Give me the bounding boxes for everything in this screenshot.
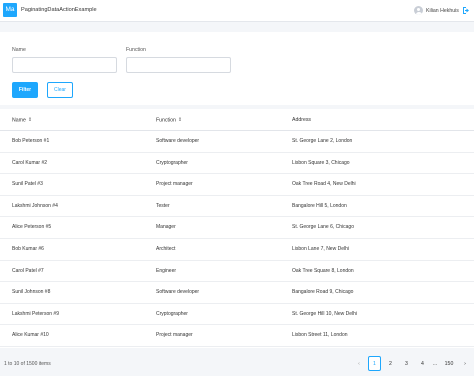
filter-button[interactable]: Filter (12, 82, 38, 98)
cell-address: Lisbon Lane 7, New Delhi (292, 246, 349, 252)
table-header: Name ⇕ Function ⇕ Address (0, 109, 474, 131)
cell-address: Bangalore Hill 5, London (292, 202, 347, 209)
user-name[interactable]: Kilian Hekhuis (426, 8, 459, 14)
cell-address: St. George Lane 2, London (292, 138, 353, 144)
function-filter-label: Function (126, 47, 146, 53)
column-header-label: Address (292, 117, 312, 123)
page-ellipsis: ... (432, 361, 438, 367)
table-row[interactable]: Sunil Johnson #8 Software developer Bangal… (0, 282, 474, 304)
table-row[interactable]: Carol Kumar #2 Cryptographer Lisbon Square… (0, 153, 474, 175)
table-row[interactable]: Bob Kumar #6 Architect Lisbon Lane 7, New … (0, 239, 474, 261)
cell-name: Lakshmi Johnson #4 (12, 202, 58, 209)
column-header-address: Address (292, 109, 311, 131)
cell-function: Cryptographer (156, 159, 188, 166)
cell-function: Cryptographer (156, 310, 188, 317)
column-header-label: Name (12, 117, 26, 124)
cell-function: Architect (156, 246, 176, 252)
table-row[interactable]: Alice Kumar #10 Project manager Lisbon Str… (0, 325, 474, 347)
page-button-1[interactable]: 1 (368, 356, 381, 371)
cell-name: Carol Kumar #2 (12, 159, 48, 166)
cell-function: Software developer (156, 138, 200, 144)
column-header-name[interactable]: Name ⇕ (12, 109, 32, 131)
page-button-2[interactable]: 2 (384, 356, 397, 371)
column-header-function[interactable]: Function ⇕ (156, 109, 182, 131)
top-bar: Ma PaginatingDataActionExample Kilian He… (0, 0, 474, 22)
pagination-summary: 1 to 10 of 1500 items (4, 361, 51, 367)
page-button-150[interactable]: 150 (441, 356, 457, 371)
cell-function: Project manager (156, 332, 193, 339)
cell-function: Engineer (156, 267, 177, 274)
cell-function: Project manager (156, 181, 193, 188)
cell-function: Tester (156, 202, 170, 209)
name-filter-label: Name (12, 47, 26, 53)
user-avatar-icon[interactable] (414, 6, 423, 15)
sort-icon[interactable]: ⇕ (28, 109, 32, 131)
cell-address: Bangalore Road 9, Chicago (292, 289, 354, 296)
cell-address: Oak Tree Square 8, London (292, 267, 354, 274)
cell-name: Carol Patel #7 (12, 267, 44, 274)
sort-icon[interactable]: ⇕ (178, 109, 182, 131)
cell-function: Software developer (156, 289, 200, 296)
cell-name: Sunil Patel #3 (12, 181, 43, 188)
cell-name: Lakshmi Peterson #9 (12, 310, 59, 317)
table-row[interactable]: Carol Patel #7 Engineer Oak Tree Square 8,… (0, 261, 474, 283)
cell-address: Lisbon Street 11, London (292, 332, 348, 339)
logout-icon[interactable] (462, 6, 470, 15)
app-title: PaginatingDataActionExample (21, 7, 97, 13)
column-header-label: Function (156, 117, 176, 124)
cell-address: St. George Hill 10, New Delhi (292, 310, 358, 317)
next-page-button[interactable]: › (460, 356, 470, 371)
table-row[interactable]: Alice Peterson #5 Manager St. George Lane … (0, 217, 474, 239)
cell-function: Manager (156, 224, 176, 231)
table-row[interactable]: Sunil Patel #3 Project manager Oak Tree Ro… (0, 174, 474, 196)
app-logo[interactable]: Ma (3, 3, 17, 17)
page-button-3[interactable]: 3 (400, 356, 413, 371)
cell-name: Bob Peterson #1 (12, 138, 50, 144)
function-filter-input[interactable] (126, 57, 231, 73)
table-row[interactable]: Lakshmi Peterson #9 Cryptographer St. Geor… (0, 304, 474, 326)
cell-address: Lisbon Square 3, Chicago (292, 159, 350, 166)
name-filter-input[interactable] (12, 57, 117, 73)
cell-name: Bob Kumar #6 (12, 246, 44, 252)
cell-name: Alice Peterson #5 (12, 224, 52, 231)
clear-button[interactable]: Clear (47, 82, 73, 98)
cell-address: Oak Tree Road 4, New Delhi (292, 181, 356, 188)
page-button-4[interactable]: 4 (416, 356, 429, 371)
cell-name: Alice Kumar #10 (12, 332, 49, 339)
cell-name: Sunil Johnson #8 (12, 289, 51, 296)
cell-address: St. George Lane 6, Chicago (292, 224, 354, 231)
table-row[interactable]: Bob Peterson #1 Software developer St. Geo… (0, 131, 474, 153)
table-row[interactable]: Lakshmi Johnson #4 Tester Bangalore Hill 5… (0, 196, 474, 218)
prev-page-button[interactable]: ‹ (354, 356, 364, 371)
